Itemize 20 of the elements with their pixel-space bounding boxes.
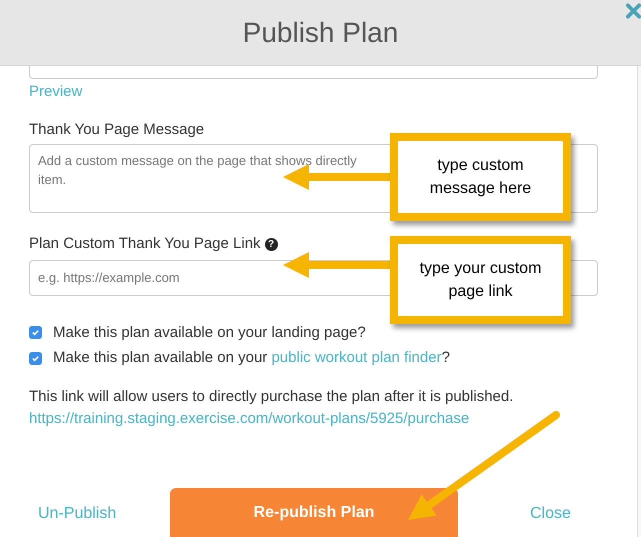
checkbox[interactable]: [29, 352, 42, 365]
republish-button[interactable]: Re-publish Plan: [170, 488, 458, 537]
purchase-link[interactable]: https://training.staging.exercise.com/workout-plans/5925/purchase: [29, 408, 598, 430]
field-label: Plan Custom Thank You Page Link: [29, 234, 261, 254]
callout-text: type custom message here: [428, 156, 532, 199]
option-label: Make this plan available on your landing page?: [53, 322, 366, 342]
help-icon[interactable]: ?: [264, 238, 278, 251]
textarea-field[interactable]: [29, 66, 598, 79]
check-icon: [31, 328, 40, 338]
checkbox[interactable]: [29, 326, 42, 340]
option-label: Make this plan available on your public workout plan finder?: [53, 348, 450, 368]
preview-link[interactable]: Preview: [29, 81, 598, 104]
finder-link[interactable]: public workout plan finder: [271, 349, 442, 366]
purchase-note: This link will allow users to directly purchase the plan after it is published.: [29, 386, 514, 406]
check-icon: [31, 354, 40, 363]
field-label: Thank You Page Message: [29, 120, 206, 140]
close-icon[interactable]: [626, 3, 641, 19]
modal-title: Publish Plan: [242, 16, 398, 50]
close-link[interactable]: Close: [530, 502, 571, 526]
unpublish-link[interactable]: Un-Publish: [38, 502, 170, 526]
